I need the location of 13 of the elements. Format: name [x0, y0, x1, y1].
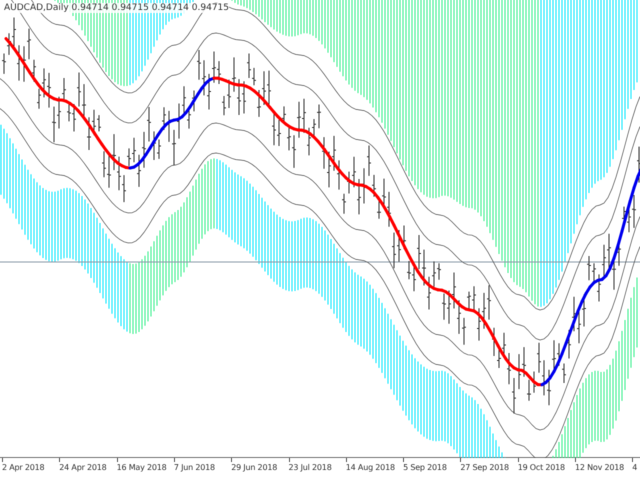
date-label: 14 Aug 2018 — [346, 458, 395, 472]
date-label: 27 Sep 2018 — [460, 458, 509, 472]
date-label: 7 Jun 2018 — [174, 458, 215, 472]
date-label: 19 Oct 2018 — [518, 458, 565, 472]
date-label: 2 Apr 2018 — [2, 458, 44, 472]
date-label: 4 — [632, 458, 638, 472]
date-label: 23 Jul 2018 — [288, 458, 332, 472]
date-label: 24 Apr 2018 — [59, 458, 107, 472]
date-label: 12 Nov 2018 — [575, 458, 624, 472]
date-label: 29 Jun 2018 — [231, 458, 278, 472]
date-label: 16 May 2018 — [116, 458, 167, 472]
date-label: 5 Sep 2018 — [403, 458, 447, 472]
chart-title: AUDCAD,Daily 0.94714 0.94715 0.94714 0.94715 — [4, 3, 229, 13]
